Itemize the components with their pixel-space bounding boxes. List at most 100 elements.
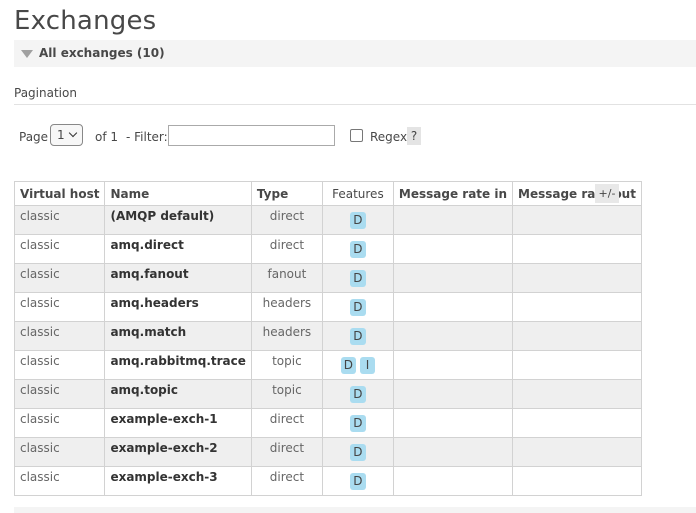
type-cell-text: headers xyxy=(262,325,312,339)
column-header-message-rate-out[interactable]: Message rate out xyxy=(512,181,642,206)
message-rate-out-cell-text xyxy=(518,322,636,325)
vhost-cell: classic xyxy=(13,205,106,235)
message-rate-in-cell-text xyxy=(399,293,507,296)
exchange-name-link-text[interactable]: example-exch-1 xyxy=(110,409,245,426)
feature-badge: D xyxy=(350,328,366,345)
page-select-value: 1 xyxy=(57,128,65,142)
exchange-name-link[interactable]: example-exch-1 xyxy=(104,408,252,438)
type-cell: direct xyxy=(250,408,323,438)
features-cell: D xyxy=(321,205,394,235)
message-rate-out-cell xyxy=(512,466,642,496)
filter-input[interactable] xyxy=(168,125,335,146)
vhost-cell-text: classic xyxy=(20,354,60,368)
type-cell: direct xyxy=(250,205,323,235)
exchange-name-link[interactable]: amq.fanout xyxy=(104,263,252,293)
regex-checkbox[interactable] xyxy=(350,129,363,142)
message-rate-in-cell xyxy=(392,379,514,409)
feature-badge: D xyxy=(350,212,366,229)
features-cell: D xyxy=(321,263,394,293)
type-cell-text: topic xyxy=(272,383,302,397)
message-rate-out-cell-text xyxy=(518,293,636,296)
regex-help-button[interactable]: ? xyxy=(407,127,421,145)
vhost-cell-text: classic xyxy=(20,209,60,223)
type-cell: fanout xyxy=(250,263,323,293)
message-rate-out-cell-text xyxy=(518,206,636,209)
vhost-cell: classic xyxy=(13,263,106,293)
table-row: classic example-exch-1 direct D xyxy=(13,408,642,438)
type-cell-text: fanout xyxy=(267,267,307,281)
all-exchanges-section-toggle[interactable]: All exchanges (10) xyxy=(14,40,696,67)
vhost-cell: classic xyxy=(13,379,106,409)
type-cell: direct xyxy=(250,466,323,496)
message-rate-out-cell-text xyxy=(518,264,636,267)
message-rate-out-cell xyxy=(512,379,642,409)
message-rate-out-cell xyxy=(512,321,642,351)
features-cell: DI xyxy=(321,350,394,380)
page-title: Exchanges xyxy=(14,6,157,36)
exchange-name-link[interactable]: amq.topic xyxy=(104,379,252,409)
exchange-name-link-text[interactable]: amq.rabbitmq.trace xyxy=(110,351,245,368)
feature-badge: D xyxy=(350,473,366,490)
exchange-name-link[interactable]: example-exch-2 xyxy=(104,437,252,467)
exchange-name-link-text[interactable]: example-exch-2 xyxy=(110,438,245,455)
feature-badge: D xyxy=(340,357,357,374)
regex-label: Regex xyxy=(370,130,408,144)
message-rate-in-cell-text xyxy=(399,467,507,470)
column-header-name[interactable]: Name xyxy=(104,181,252,206)
message-rate-in-cell-text xyxy=(399,380,507,383)
exchange-name-link-text[interactable]: amq.fanout xyxy=(110,264,245,281)
table-row: classic example-exch-3 direct D xyxy=(13,466,642,496)
pagination-label: Pagination xyxy=(14,86,77,100)
next-section-bar xyxy=(14,507,696,513)
exchange-name-link[interactable]: amq.headers xyxy=(104,292,252,322)
toggle-columns-button[interactable]: +/- xyxy=(595,184,619,203)
message-rate-in-cell xyxy=(392,234,514,264)
exchange-name-link[interactable]: amq.rabbitmq.trace xyxy=(104,350,252,380)
exchange-name-link-text[interactable]: example-exch-3 xyxy=(110,467,245,484)
message-rate-in-cell-text xyxy=(399,235,507,238)
table-row: classic amq.topic topic D xyxy=(13,379,642,409)
message-rate-out-cell-text xyxy=(518,380,636,383)
exchange-name-link-text[interactable]: amq.direct xyxy=(110,235,245,252)
exchange-name-link[interactable]: (AMQP default) xyxy=(104,205,252,235)
features-cell: D xyxy=(321,466,394,496)
feature-badge: D xyxy=(350,241,366,258)
vhost-cell-text: classic xyxy=(20,267,60,281)
page-label: Page xyxy=(19,130,49,144)
features-cell: D xyxy=(321,408,394,438)
exchanges-table: Virtual host Name Type Features Message … xyxy=(13,181,642,496)
exchange-name-link[interactable]: example-exch-3 xyxy=(104,466,252,496)
vhost-cell-text: classic xyxy=(20,383,60,397)
exchange-name-link[interactable]: amq.direct xyxy=(104,234,252,264)
type-cell: direct xyxy=(250,234,323,264)
exchange-name-link-text[interactable]: amq.topic xyxy=(110,380,245,397)
message-rate-in-cell-text xyxy=(399,264,507,267)
type-cell-text: direct xyxy=(269,209,305,223)
type-cell: topic xyxy=(250,350,323,380)
column-header-type[interactable]: Type xyxy=(250,181,323,206)
column-header-virtual-host[interactable]: Virtual host xyxy=(13,181,106,206)
message-rate-out-cell-text xyxy=(518,351,636,354)
message-rate-in-cell xyxy=(392,205,514,235)
exchange-name-link[interactable]: amq.match xyxy=(104,321,252,351)
message-rate-in-cell xyxy=(392,292,514,322)
features-cell: D xyxy=(321,321,394,351)
table-row: classic amq.fanout fanout D xyxy=(13,263,642,293)
features-cell: D xyxy=(321,234,394,264)
type-cell-text: direct xyxy=(269,412,305,426)
page-select[interactable]: 1 xyxy=(50,124,83,146)
vhost-cell: classic xyxy=(13,321,106,351)
column-header-message-rate-in[interactable]: Message rate in xyxy=(392,181,514,206)
column-header-features: Features xyxy=(321,181,394,206)
exchange-name-link-text[interactable]: (AMQP default) xyxy=(110,206,245,223)
message-rate-in-cell-text xyxy=(399,409,507,412)
message-rate-out-cell xyxy=(512,263,642,293)
vhost-cell-text: classic xyxy=(20,296,60,310)
message-rate-out-cell xyxy=(512,350,642,380)
features-cell: D xyxy=(321,292,394,322)
message-rate-out-cell-text xyxy=(518,409,636,412)
message-rate-in-cell xyxy=(392,437,514,467)
feature-badge: D xyxy=(350,299,366,316)
exchange-name-link-text[interactable]: amq.match xyxy=(110,322,245,339)
exchange-name-link-text[interactable]: amq.headers xyxy=(110,293,245,310)
